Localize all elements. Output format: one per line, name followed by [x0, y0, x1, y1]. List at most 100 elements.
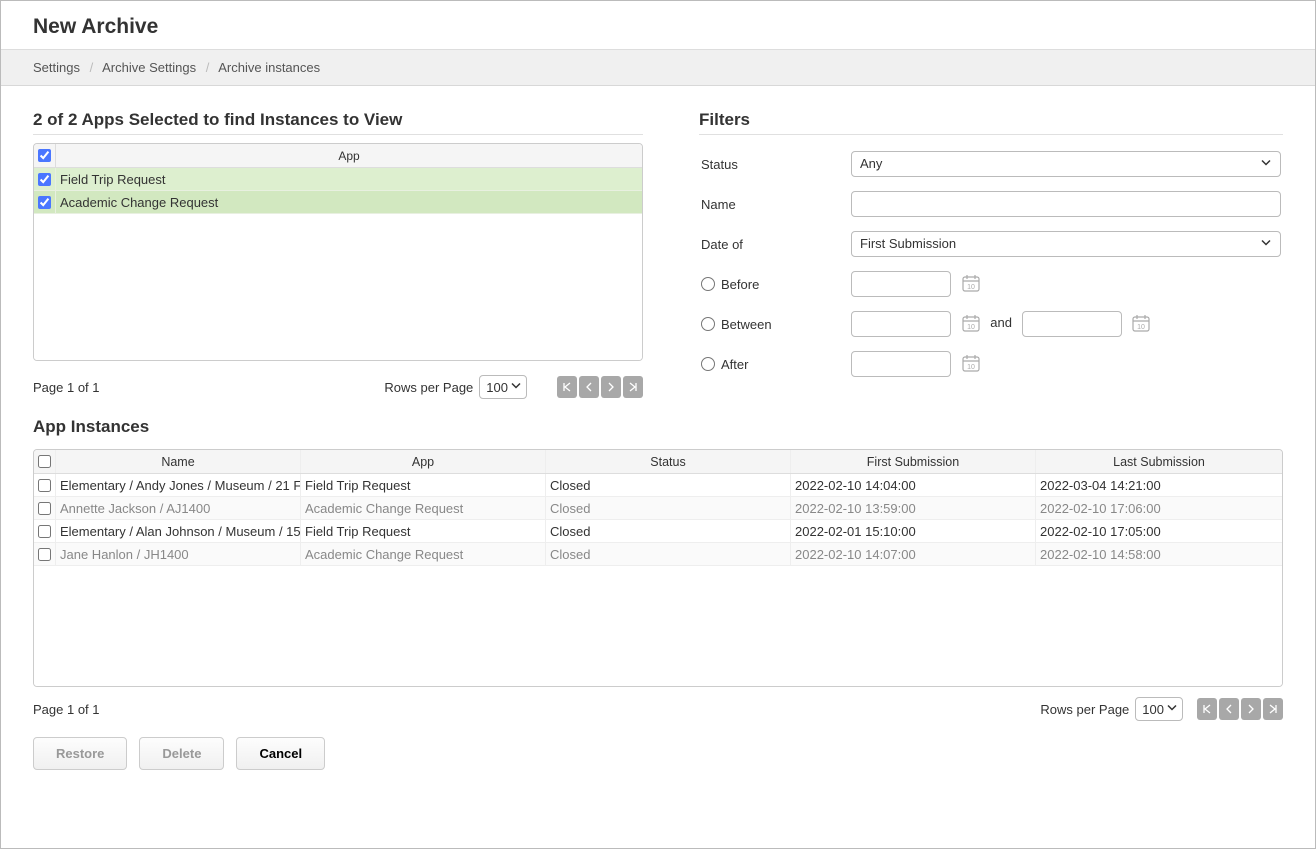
row-last: 2022-02-10 14:58:00: [1036, 543, 1282, 565]
row-status: Closed: [546, 474, 791, 496]
dateof-label: Date of: [701, 225, 849, 263]
apps-table-header: App: [34, 144, 642, 168]
between-end-input[interactable]: [1022, 311, 1122, 337]
after-radio[interactable]: [701, 357, 715, 371]
name-label: Name: [701, 185, 849, 223]
calendar-icon[interactable]: 10: [961, 353, 981, 376]
between-radio[interactable]: [701, 317, 715, 331]
last-page-button[interactable]: [623, 376, 643, 398]
rows-per-page-value: 100: [1142, 702, 1164, 717]
rows-per-page-select[interactable]: 100: [479, 375, 527, 399]
apps-page-label: Page 1 of 1: [33, 380, 100, 395]
col-first-header[interactable]: First Submission: [791, 450, 1036, 473]
app-row[interactable]: Academic Change Request: [34, 191, 642, 214]
apps-table: App Field Trip Request Academic Change R…: [33, 143, 643, 361]
chevron-down-icon: [1260, 237, 1272, 252]
calendar-icon[interactable]: 10: [961, 313, 981, 336]
instances-heading: App Instances: [33, 417, 1283, 441]
col-app-header[interactable]: App: [301, 450, 546, 473]
status-label: Status: [701, 145, 849, 183]
col-status-header[interactable]: Status: [546, 450, 791, 473]
breadcrumb-item[interactable]: Archive Settings: [102, 60, 196, 75]
app-row-label: Field Trip Request: [56, 172, 166, 187]
status-value: Any: [860, 156, 882, 171]
rows-per-page-label: Rows per Page: [384, 380, 473, 395]
name-input[interactable]: [851, 191, 1281, 217]
row-first: 2022-02-10 14:07:00: [791, 543, 1036, 565]
breadcrumb-separator: /: [90, 60, 94, 75]
row-app: Academic Change Request: [301, 543, 546, 565]
calendar-icon[interactable]: 10: [1131, 313, 1151, 336]
app-row-label: Academic Change Request: [56, 195, 218, 210]
row-last: 2022-02-10 17:06:00: [1036, 497, 1282, 519]
svg-text:10: 10: [967, 324, 975, 331]
apps-heading: 2 of 2 Apps Selected to find Instances t…: [33, 110, 643, 135]
row-name: Jane Hanlon / JH1400: [56, 543, 301, 565]
row-checkbox[interactable]: [38, 525, 51, 538]
chevron-down-icon: [1166, 702, 1178, 717]
row-app: Academic Change Request: [301, 497, 546, 519]
row-first: 2022-02-10 13:59:00: [791, 497, 1036, 519]
rows-per-page-label: Rows per Page: [1040, 702, 1129, 717]
row-first: 2022-02-10 14:04:00: [791, 474, 1036, 496]
row-app: Field Trip Request: [301, 474, 546, 496]
between-label: Between: [721, 317, 772, 332]
svg-text:10: 10: [1137, 324, 1145, 331]
app-row-checkbox[interactable]: [38, 196, 51, 209]
instances-page-label: Page 1 of 1: [33, 702, 100, 717]
table-row[interactable]: Annette Jackson / AJ1400 Academic Change…: [34, 497, 1282, 520]
between-start-input[interactable]: [851, 311, 951, 337]
breadcrumb-item[interactable]: Settings: [33, 60, 80, 75]
page-title: New Archive: [1, 1, 1315, 50]
row-checkbox[interactable]: [38, 502, 51, 515]
delete-button[interactable]: Delete: [139, 737, 224, 770]
apps-select-all-checkbox[interactable]: [38, 149, 51, 162]
last-page-button[interactable]: [1263, 698, 1283, 720]
svg-text:10: 10: [967, 364, 975, 371]
rows-per-page-select[interactable]: 100: [1135, 697, 1183, 721]
dateof-value: First Submission: [860, 236, 956, 251]
row-checkbox[interactable]: [38, 479, 51, 492]
chevron-down-icon: [1260, 157, 1272, 172]
app-row-checkbox[interactable]: [38, 173, 51, 186]
row-status: Closed: [546, 520, 791, 542]
svg-text:10: 10: [967, 284, 975, 291]
first-page-button[interactable]: [1197, 698, 1217, 720]
col-name-header[interactable]: Name: [56, 450, 301, 473]
next-page-button[interactable]: [601, 376, 621, 398]
instances-select-all-checkbox[interactable]: [38, 455, 51, 468]
first-page-button[interactable]: [557, 376, 577, 398]
row-last: 2022-02-10 17:05:00: [1036, 520, 1282, 542]
before-radio[interactable]: [701, 277, 715, 291]
row-name: Elementary / Alan Johnson / Museum / 15 …: [56, 520, 301, 542]
table-row[interactable]: Elementary / Andy Jones / Museum / 21 Fe…: [34, 474, 1282, 497]
instances-header: Name App Status First Submission Last Su…: [34, 450, 1282, 474]
dateof-select[interactable]: First Submission: [851, 231, 1281, 257]
breadcrumb-item-current: Archive instances: [218, 60, 320, 75]
instances-table: Name App Status First Submission Last Su…: [33, 449, 1283, 687]
after-date-input[interactable]: [851, 351, 951, 377]
restore-button[interactable]: Restore: [33, 737, 127, 770]
status-select[interactable]: Any: [851, 151, 1281, 177]
next-page-button[interactable]: [1241, 698, 1261, 720]
row-first: 2022-02-01 15:10:00: [791, 520, 1036, 542]
breadcrumb-separator: /: [206, 60, 210, 75]
row-checkbox[interactable]: [38, 548, 51, 561]
prev-page-button[interactable]: [1219, 698, 1239, 720]
breadcrumb: Settings / Archive Settings / Archive in…: [1, 50, 1315, 86]
prev-page-button[interactable]: [579, 376, 599, 398]
app-row[interactable]: Field Trip Request: [34, 168, 642, 191]
cancel-button[interactable]: Cancel: [236, 737, 325, 770]
apps-col-header: App: [56, 149, 642, 163]
before-date-input[interactable]: [851, 271, 951, 297]
before-label: Before: [721, 277, 759, 292]
calendar-icon[interactable]: 10: [961, 273, 981, 296]
row-name: Annette Jackson / AJ1400: [56, 497, 301, 519]
row-last: 2022-03-04 14:21:00: [1036, 474, 1282, 496]
table-row[interactable]: Jane Hanlon / JH1400 Academic Change Req…: [34, 543, 1282, 566]
after-label: After: [721, 357, 748, 372]
row-status: Closed: [546, 543, 791, 565]
col-last-header[interactable]: Last Submission: [1036, 450, 1282, 473]
table-row[interactable]: Elementary / Alan Johnson / Museum / 15 …: [34, 520, 1282, 543]
between-and-text: and: [990, 315, 1012, 330]
